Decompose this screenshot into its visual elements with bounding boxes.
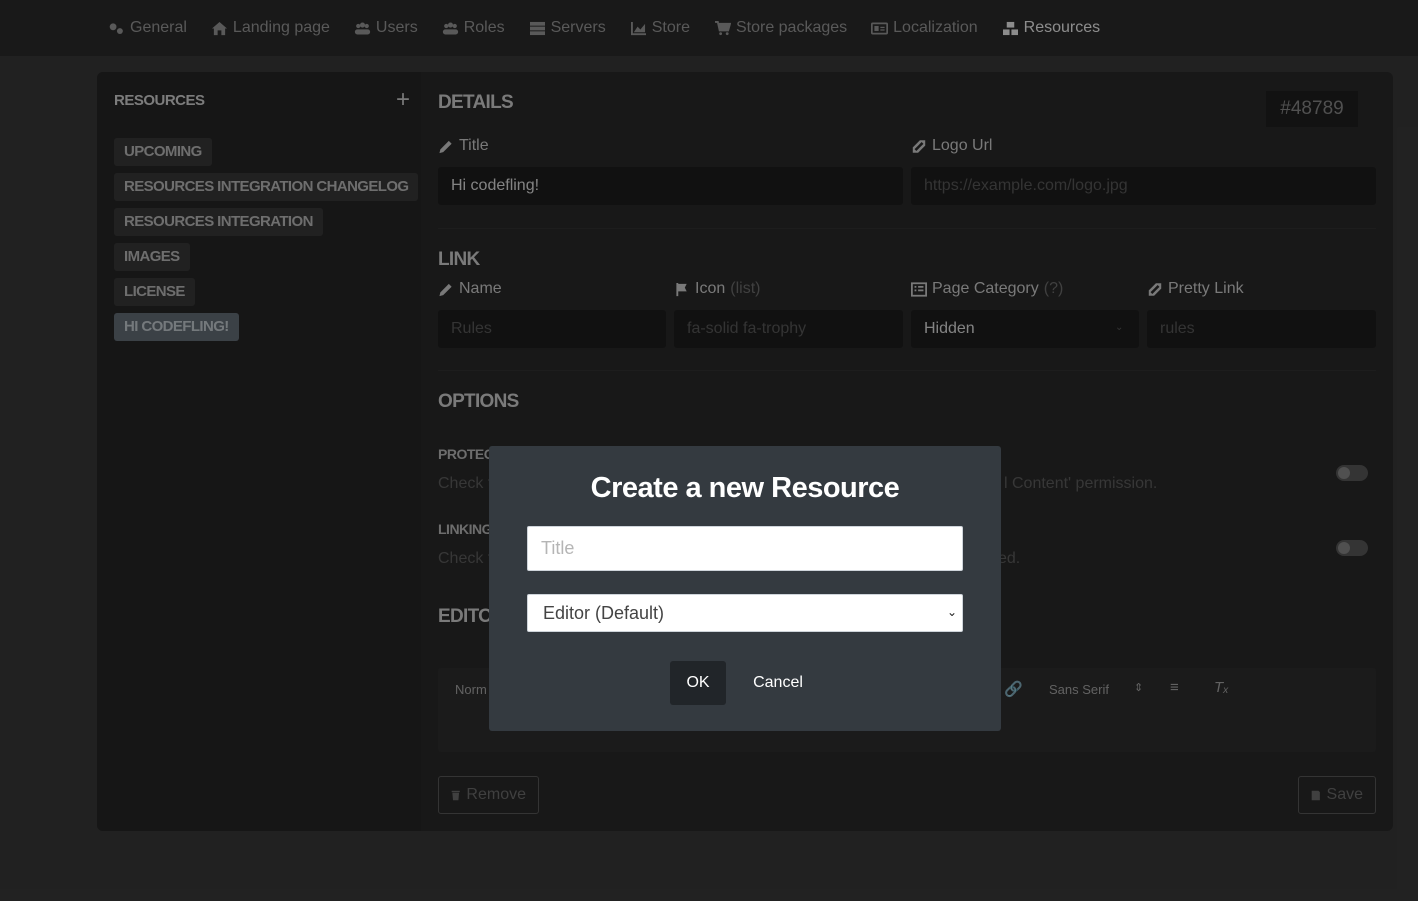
cancel-button[interactable]: Cancel xyxy=(740,661,816,705)
ok-button[interactable]: OK xyxy=(670,661,726,705)
resource-title-input[interactable] xyxy=(527,526,963,571)
chevron-down-icon: ⌄ xyxy=(946,605,957,619)
resource-type-select[interactable]: Editor (Default) ⌄ xyxy=(527,594,963,632)
modal-title: Create a new Resource xyxy=(590,472,900,504)
create-resource-modal: Create a new Resource Editor (Default) ⌄… xyxy=(489,446,1001,731)
